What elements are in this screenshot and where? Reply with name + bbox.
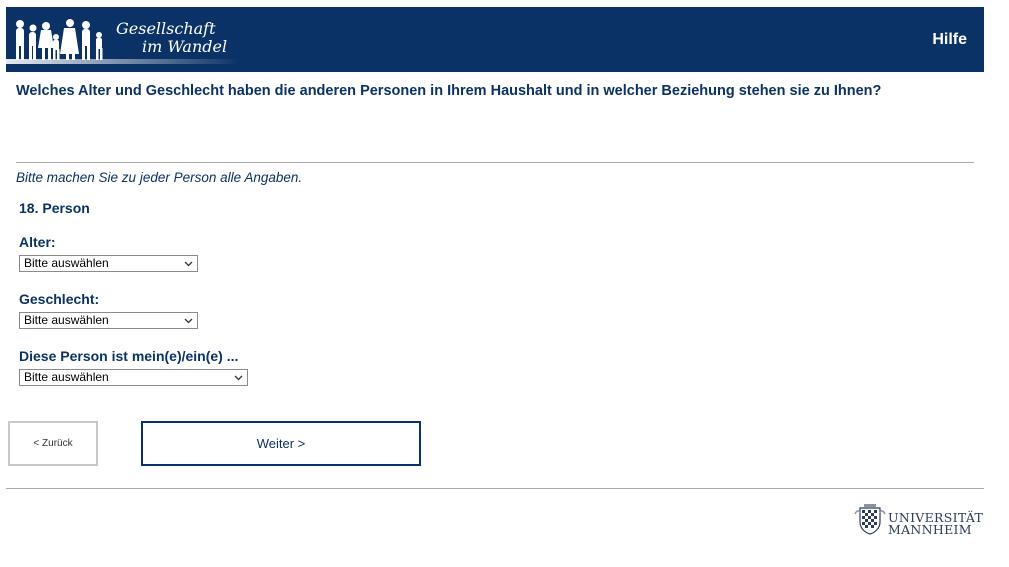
gesellschaft-im-wandel-logo: Gesellschaft im Wandel [6, 7, 246, 72]
divider [16, 162, 974, 163]
relation-select-value: Bitte auswählen [24, 370, 109, 384]
back-button[interactable]: < Zurück [8, 421, 98, 466]
gender-select-value: Bitte auswählen [24, 313, 109, 327]
back-button-label: < Zurück [33, 438, 73, 449]
help-link[interactable]: Hilfe [932, 31, 967, 49]
chevron-down-icon [234, 375, 243, 381]
logo-title-line1: Gesellschaft [116, 19, 216, 38]
question-text: Welches Alter und Geschlecht haben die a… [16, 83, 882, 99]
header-bar: Gesellschaft im Wandel Hilfe [6, 7, 984, 72]
mannheim-crest-icon [854, 504, 886, 535]
chevron-down-icon [184, 318, 193, 324]
age-select[interactable]: Bitte auswählen [19, 255, 198, 272]
next-button-label: Weiter > [256, 436, 306, 451]
university-name-line2: MANNHEIM [888, 522, 972, 537]
gender-label: Geschlecht: [19, 291, 100, 307]
relation-select[interactable]: Bitte auswählen [19, 369, 248, 386]
footer-divider [6, 488, 984, 489]
instruction-text: Bitte machen Sie zu jeder Person alle An… [16, 170, 303, 185]
relation-label: Diese Person ist mein(e)/ein(e) ... [19, 348, 239, 364]
universitaet-mannheim-logo: UNIVERSITÄT MANNHEIM [852, 500, 986, 538]
age-select-value: Bitte auswählen [24, 256, 109, 270]
logo-title-line2: im Wandel [142, 37, 228, 56]
chevron-down-icon [184, 261, 193, 267]
age-label: Alter: [19, 234, 56, 250]
gender-select[interactable]: Bitte auswählen [19, 312, 198, 329]
next-button[interactable]: Weiter > [141, 421, 421, 466]
person-title: 18. Person [19, 200, 90, 216]
